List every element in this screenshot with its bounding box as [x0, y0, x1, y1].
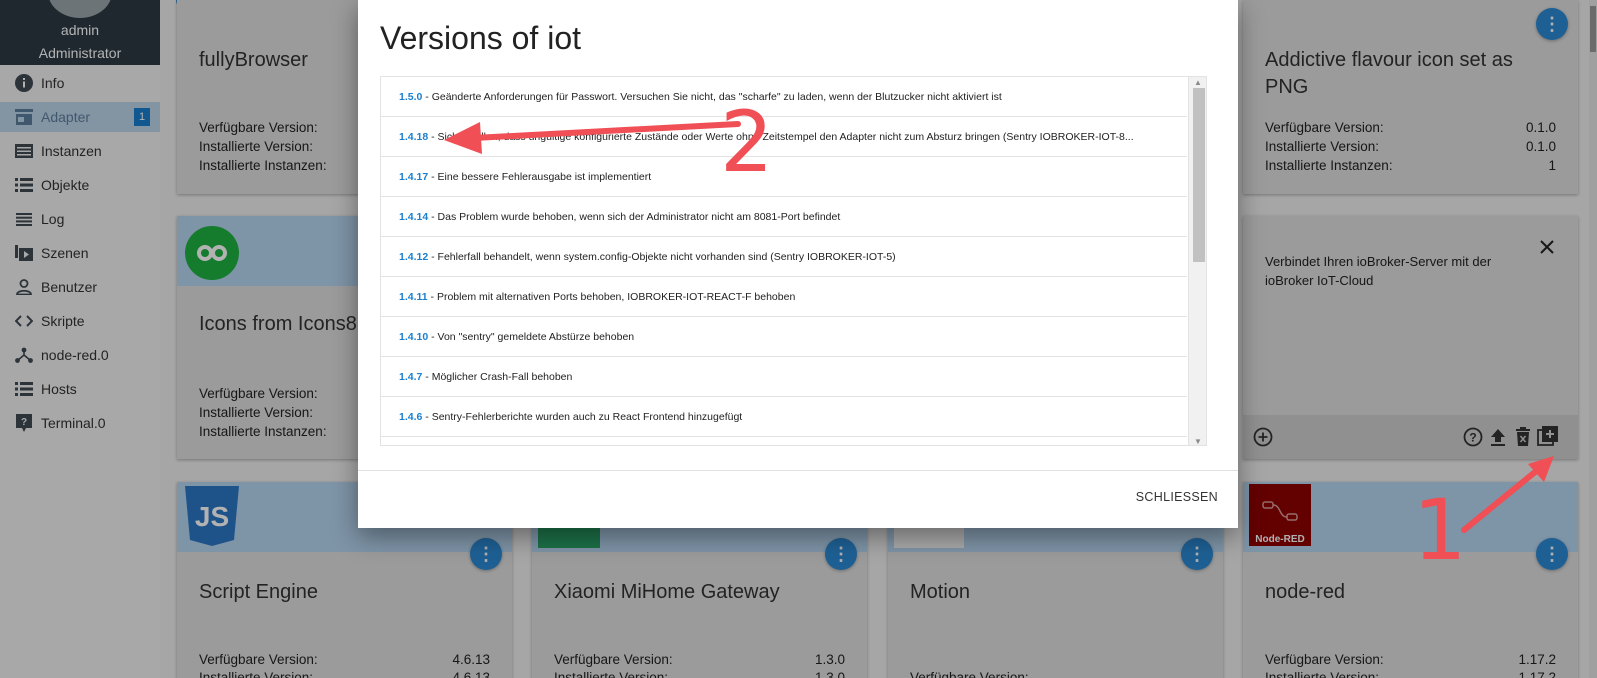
version-item[interactable]: 1.4.10 - Von "sentry" gemeldete Abstürze…	[381, 317, 1187, 357]
version-item[interactable]: 1.5.0 - Geänderte Anforderungen für Pass…	[381, 77, 1187, 117]
dialog-title: Versions of iot	[380, 20, 581, 56]
version-item[interactable]: 1.4.7 - Möglicher Crash-Fall behoben	[381, 357, 1187, 397]
annotation-arrow-2	[444, 121, 741, 154]
versions-dialog: Versions of iot 1.5.0 - Geänderte Anford…	[358, 0, 1238, 528]
version-item[interactable]	[381, 437, 1187, 445]
version-item[interactable]: 1.4.6 - Sentry-Fehlerberichte wurden auc…	[381, 397, 1187, 437]
annotation-number-2: 2	[720, 93, 774, 191]
scroll-thumb[interactable]	[1193, 88, 1205, 262]
scroll-down-icon[interactable]: ▼	[1193, 437, 1203, 445]
version-item[interactable]: 1.4.12 - Fehlerfall behandelt, wenn syst…	[381, 237, 1187, 277]
close-button[interactable]: SCHLIESSEN	[1130, 486, 1224, 508]
version-item[interactable]: 1.4.17 - Eine bessere Fehlerausgabe ist …	[381, 157, 1187, 197]
scroll-up-icon[interactable]: ▲	[1193, 78, 1203, 87]
version-list-scrollbar[interactable]: ▲ ▼	[1188, 77, 1206, 445]
annotation-number-1: 1	[1413, 481, 1467, 579]
version-item[interactable]: 1.4.14 - Das Problem wurde behoben, wenn…	[381, 197, 1187, 237]
version-item[interactable]: 1.4.11 - Problem mit alternativen Ports …	[381, 277, 1187, 317]
dialog-divider	[358, 470, 1238, 471]
